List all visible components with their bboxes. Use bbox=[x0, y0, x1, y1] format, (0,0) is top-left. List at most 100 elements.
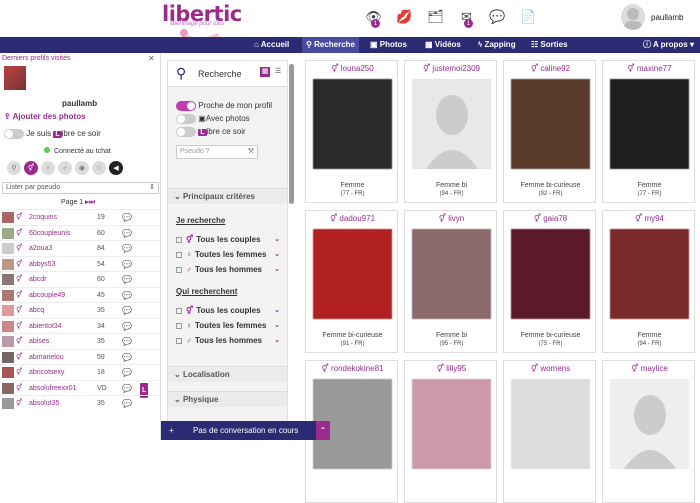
profile-photo[interactable] bbox=[610, 229, 689, 319]
chat-bubble-icon[interactable]: 💬 bbox=[122, 365, 132, 380]
user-row[interactable]: ⚥ abbys53 54 💬 bbox=[0, 255, 160, 272]
chat-bubble-icon[interactable]: 💬 bbox=[122, 210, 132, 225]
libre-toggle[interactable] bbox=[4, 129, 24, 139]
profile-photo[interactable] bbox=[610, 379, 689, 469]
grid-view-icon[interactable]: ▦ bbox=[260, 67, 270, 77]
card-name[interactable]: ⚥ maxine77 bbox=[603, 64, 696, 73]
user-row[interactable]: ⚥ abcdr 60 💬 bbox=[0, 271, 160, 287]
chevron-down-icon[interactable]: ⌄ bbox=[274, 235, 280, 243]
list-view-icon[interactable]: ☰ bbox=[273, 67, 283, 77]
nav-photos[interactable]: ▣ Photos bbox=[370, 37, 407, 53]
checkbox[interactable] bbox=[176, 236, 182, 243]
chevron-down-icon[interactable]: ⌄ bbox=[274, 336, 280, 344]
filter-option[interactable]: ⚥ Tous les couples ⌄ bbox=[176, 235, 280, 244]
user-name[interactable]: absolufreexx01 bbox=[29, 381, 76, 396]
profile-card[interactable]: ⚥ louna250 Femme (77 - FR) bbox=[305, 60, 398, 203]
pseudo-input[interactable]: Pseudo ? ⚒ bbox=[176, 145, 258, 159]
nav-apropos[interactable]: ⓘ A propos ▾ bbox=[643, 37, 694, 53]
filter-option[interactable]: ♂ Tous les hommes ⌄ bbox=[176, 336, 280, 345]
section-localisation[interactable]: ⌄ Localisation bbox=[168, 366, 287, 382]
profile-photo[interactable] bbox=[511, 79, 590, 169]
user-row[interactable]: ⚥ abmarielou 59 💬 bbox=[0, 348, 160, 365]
nav-videos[interactable]: ▦ Vidéos bbox=[425, 37, 461, 53]
user-thumb[interactable] bbox=[2, 336, 14, 347]
user-thumb[interactable] bbox=[2, 351, 14, 363]
profile-card[interactable]: ⚥ maylice bbox=[602, 360, 695, 503]
checkbox[interactable] bbox=[176, 337, 182, 344]
libre-filter-toggle[interactable] bbox=[176, 127, 196, 137]
profile-photo[interactable] bbox=[313, 79, 392, 169]
user-row[interactable]: ⚥ abcq 35 💬 bbox=[0, 302, 160, 318]
card-name[interactable]: ⚥ caline92 bbox=[504, 64, 597, 73]
chevron-down-icon[interactable]: ⌄ bbox=[274, 250, 280, 258]
chat-bubble-icon[interactable]: 💬 bbox=[122, 334, 132, 349]
card-name[interactable]: ⚥ louna250 bbox=[306, 64, 399, 73]
profile-photo[interactable] bbox=[610, 79, 689, 169]
user-thumb[interactable] bbox=[2, 289, 14, 301]
sound-filter-icon[interactable]: ◀ bbox=[109, 161, 123, 175]
chat-expand-icon[interactable]: ⌃ bbox=[316, 421, 330, 440]
user-row[interactable]: ⚥ abricotsexy 18 💬 bbox=[0, 364, 160, 380]
profile-card[interactable]: ⚥ lilly95 bbox=[404, 360, 497, 503]
eye-icon[interactable]: 👁 1 bbox=[358, 6, 389, 28]
chat-icon[interactable]: 💬 bbox=[482, 6, 513, 28]
proche-toggle[interactable] bbox=[176, 101, 196, 111]
filter-option[interactable]: ♂ Tous les hommes ⌄ bbox=[176, 265, 280, 274]
profile-card[interactable]: ⚥ livyn Femme bi (95 - FR) bbox=[404, 210, 497, 353]
user-name[interactable]: abbys53 bbox=[29, 257, 55, 272]
user-name[interactable]: abcouple49 bbox=[29, 288, 65, 303]
profile-card[interactable]: ⚥ dadou971 Femme bi-curieuse (91 - FR) bbox=[305, 210, 398, 353]
user-row[interactable]: ⚥ abientot34 34 💬 bbox=[0, 317, 160, 334]
user-name[interactable]: a2oua3 bbox=[29, 241, 52, 256]
user-name[interactable]: 60coupleunis bbox=[29, 226, 70, 241]
user-row[interactable]: ⚥ absolut35 35 💬 bbox=[0, 395, 160, 411]
chevron-down-icon[interactable]: ⌄ bbox=[274, 265, 280, 273]
chat-bubble-icon[interactable]: 💬 bbox=[122, 226, 132, 241]
photos-toggle[interactable] bbox=[176, 114, 196, 124]
card-name[interactable]: ⚥ maylice bbox=[603, 364, 696, 373]
user-row[interactable]: ⚥ 2coquins 19 💬 bbox=[0, 209, 160, 225]
filter-scrollbar[interactable] bbox=[289, 64, 294, 204]
profile-photo[interactable] bbox=[511, 229, 590, 319]
checkbox[interactable] bbox=[176, 307, 182, 314]
chat-bubble-icon[interactable]: 💬 bbox=[122, 319, 132, 334]
filter-option[interactable]: ♀ Toutes les femmes ⌄ bbox=[176, 321, 280, 330]
checkbox[interactable] bbox=[176, 266, 182, 273]
rss-filter-icon[interactable]: ◉ bbox=[75, 161, 89, 175]
album-icon[interactable]: 🗂 bbox=[420, 6, 451, 28]
card-name[interactable]: ⚥ lilly95 bbox=[405, 364, 498, 373]
checkbox[interactable] bbox=[176, 322, 182, 329]
card-name[interactable]: ⚥ womens bbox=[504, 364, 597, 373]
chat-bubble-icon[interactable]: 💬 bbox=[122, 257, 132, 272]
user-name[interactable]: abcdr bbox=[29, 272, 47, 287]
user-thumb[interactable] bbox=[2, 274, 14, 285]
chat-bubble-icon[interactable]: 💬 bbox=[122, 272, 132, 287]
profile-photo[interactable] bbox=[412, 79, 491, 169]
chat-plus-icon[interactable]: + bbox=[169, 421, 174, 440]
nav-sorties[interactable]: ☷ Sorties bbox=[531, 37, 568, 53]
chat-bubble-icon[interactable]: 💬 bbox=[122, 288, 132, 303]
nav-accueil[interactable]: ⌂ Accueil bbox=[254, 37, 289, 53]
chat-bubble-icon[interactable]: 💬 bbox=[122, 241, 132, 256]
checkbox[interactable] bbox=[176, 251, 182, 258]
card-name[interactable]: ⚥ rondekokine81 bbox=[306, 364, 399, 373]
wrench-icon[interactable]: ⚒ bbox=[248, 146, 254, 158]
profile-card[interactable]: ⚥ justemoi2309 Femme bi (94 - FR) bbox=[404, 60, 497, 203]
profile-card[interactable]: ⚥ gaia78 Femme bi-curieuse (75 - FR) bbox=[503, 210, 596, 353]
close-icon[interactable]: ✕ bbox=[148, 54, 155, 63]
user-name[interactable]: abmarielou bbox=[29, 350, 64, 365]
profile-card[interactable]: ⚥ maxine77 Femme (77 - FR) bbox=[602, 60, 695, 203]
mail-icon[interactable]: ✉ 1 bbox=[451, 6, 482, 28]
user-thumb[interactable] bbox=[2, 398, 14, 409]
header-username[interactable]: paullamb bbox=[651, 13, 683, 22]
sort-select[interactable]: Lister par pseudo ⇕ bbox=[2, 182, 159, 194]
card-name[interactable]: ⚥ dadou971 bbox=[306, 214, 399, 223]
filter-option[interactable]: ♀ Toutes les femmes ⌄ bbox=[176, 250, 280, 259]
user-row[interactable]: ⚥ a2oua3 84 💬 bbox=[0, 240, 160, 256]
user-name[interactable]: abises bbox=[29, 334, 49, 349]
user-row[interactable]: ⚥ 60coupleunis 60 💬 bbox=[0, 224, 160, 241]
profile-photo[interactable] bbox=[511, 379, 590, 469]
card-name[interactable]: ⚥ livyn bbox=[405, 214, 498, 223]
nav-zapping[interactable]: ϟ Zapping bbox=[478, 37, 516, 53]
profile-photo[interactable] bbox=[412, 379, 491, 469]
